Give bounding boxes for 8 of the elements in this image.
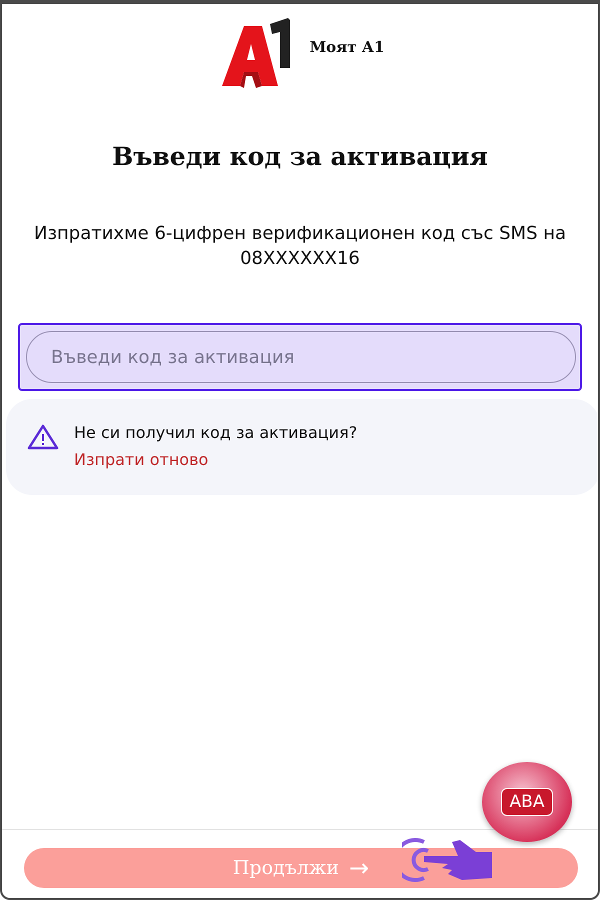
warning-icon: [26, 423, 60, 451]
brand-name: Моят А1: [310, 38, 384, 56]
instruction-text: Изпратихме 6-цифрен верификационен код със SMS на 08XXXXXX16: [32, 222, 568, 271]
page-title: Въведи код за активация: [111, 142, 489, 171]
notice-text: Не си получил код за активация?: [74, 423, 358, 442]
resend-link[interactable]: Изпрати отново: [74, 450, 208, 469]
code-field[interactable]: Въведи код за активация: [26, 331, 576, 383]
chat-badge[interactable]: ABA: [482, 762, 572, 842]
